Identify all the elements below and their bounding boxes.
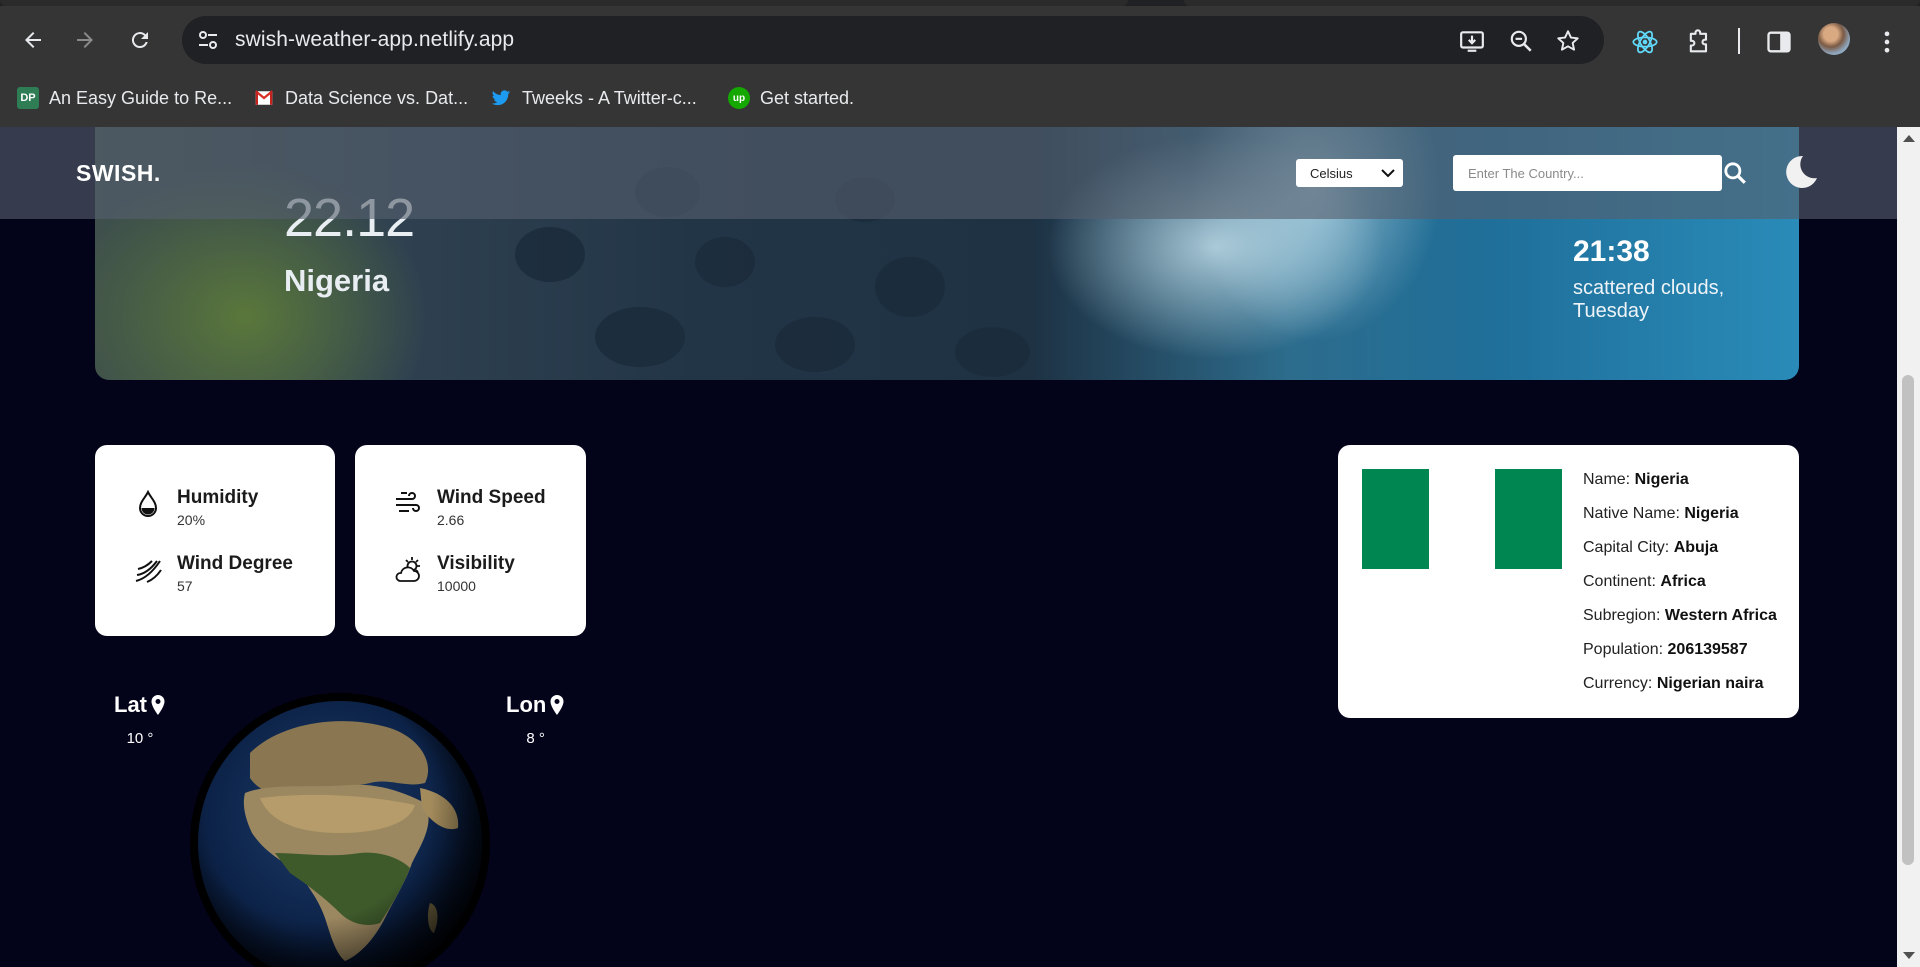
wind-speed-label: Wind Speed [437,487,546,508]
partly-cloudy-icon [395,557,420,582]
bookmark-label: Data Science vs. Dat... [285,87,469,108]
country-details: Name: Nigeria Native Name: Nigeria Capit… [1583,470,1777,708]
page-viewport: 22.12 Nigeria 21:38 scattered clouds, Tu… [0,127,1897,967]
visibility-value: 10000 [437,578,476,594]
flag-stripe [1362,469,1429,569]
site-info-icon[interactable] [196,28,220,52]
bookmarks-bar: DP An Easy Guide to Re... Data Science v… [0,78,1920,118]
country-info-card: Name: Nigeria Native Name: Nigeria Capit… [1338,445,1799,718]
menu-icon[interactable] [1873,28,1901,56]
lon-value: 8 ° [526,730,545,747]
reload-button[interactable] [120,20,160,60]
reload-icon [131,32,148,49]
detail-name: Name: Nigeria [1583,471,1689,488]
dp-icon: DP [17,87,39,109]
tab-edge-left[interactable] [0,0,1128,6]
bookmark-item[interactable]: up Get started. [728,84,854,112]
detail-population: Population: 206139587 [1583,641,1748,658]
flag-stripe [1495,469,1563,569]
back-icon [25,32,41,48]
profile-avatar[interactable] [1818,23,1850,55]
zoom-icon[interactable] [1508,28,1534,54]
dark-mode-toggle-icon[interactable] [1779,152,1819,192]
detail-subregion: Subregion: Western Africa [1583,607,1777,624]
chevron-down-icon [1381,169,1395,178]
scrollbar-thumb[interactable] [1902,375,1914,865]
page-scrollbar[interactable] [1897,127,1920,967]
side-panel-icon[interactable] [1765,28,1793,56]
visibility-stat: Visibility 10000 [393,553,515,594]
bookmark-label: Get started. [760,87,855,108]
search-icon[interactable] [1722,160,1748,186]
wind-degree-label: Wind Degree [177,553,293,574]
stats-card-humidity-degree: Humidity 20% Wind Degree 57 [95,445,335,636]
detail-continent: Continent: Africa [1583,573,1706,590]
wind-gust-icon [135,560,162,583]
longitude-block: Lon 8 ° [506,692,565,747]
detail-currency: Currency: Nigerian naira [1583,675,1764,692]
country-name: Nigeria [284,263,390,298]
browser-chrome: swish-weather-app.netlify.app DP An Easy… [0,0,1920,127]
app-header: SWISH. Celsius [0,127,1897,219]
bookmark-item[interactable]: Tweeks - A Twitter-c... [490,84,697,112]
lat-value: 10 ° [126,730,154,747]
lat-label: Lat [114,692,147,717]
humidity-value: 20% [177,512,206,528]
humidity-stat: Humidity 20% [133,487,258,528]
extensions-icon[interactable] [1685,28,1713,56]
gmail-icon [253,87,275,109]
twitter-icon [490,87,512,109]
flag-stripe [1428,469,1496,569]
scroll-up-arrow-icon[interactable] [1903,135,1915,142]
url-text[interactable]: swish-weather-app.netlify.app [235,28,514,52]
install-app-icon[interactable] [1459,28,1485,54]
stats-card-speed-visibility: Wind Speed 2.66 Visibility 10000 [355,445,586,636]
weather-description: scattered clouds, Tuesday [1573,277,1725,322]
latitude-block: Lat 10 ° [114,692,166,747]
tab-strip [0,0,1920,6]
lon-label: Lon [506,692,547,717]
address-bar[interactable]: swish-weather-app.netlify.app [182,16,1604,64]
wind-speed-stat: Wind Speed 2.66 [393,487,546,528]
bookmark-label: Tweeks - A Twitter-c... [522,87,697,108]
brand-logo[interactable]: SWISH. [76,160,161,187]
forward-button[interactable] [65,20,105,60]
detail-native-name: Native Name: Nigeria [1583,505,1739,522]
earth-globe-graphic [198,701,482,967]
location-pin-icon [151,695,165,715]
unit-select[interactable]: Celsius [1296,159,1403,187]
country-flag [1362,469,1563,569]
local-time: 21:38 [1573,235,1650,268]
star-icon[interactable] [1555,28,1581,54]
scroll-down-arrow-icon[interactable] [1903,952,1915,959]
country-search-input[interactable] [1453,155,1722,191]
unit-selected-value: Celsius [1310,165,1353,181]
water-drop-icon [138,489,158,517]
wind-speed-value: 2.66 [437,512,465,528]
toolbar-separator [1738,28,1740,54]
wind-degree-value: 57 [177,578,193,594]
humidity-label: Humidity [177,487,259,508]
location-pin-icon [550,695,564,715]
back-button[interactable] [13,20,53,60]
wind-degree-stat: Wind Degree 57 [133,553,293,594]
react-devtools-icon[interactable] [1631,28,1659,56]
tab-edge-right[interactable] [1184,0,1920,6]
forward-icon [77,32,93,48]
globe-image [190,693,490,967]
upwork-icon: up [728,87,750,109]
bookmark-item[interactable]: Data Science vs. Dat... [253,84,468,112]
bookmark-label: An Easy Guide to Re... [49,87,233,108]
browser-toolbar: swish-weather-app.netlify.app [0,10,1920,70]
wind-icon [396,492,420,512]
visibility-label: Visibility [437,553,515,574]
detail-capital: Capital City: Abuja [1583,539,1719,556]
bookmark-item[interactable]: DP An Easy Guide to Re... [17,84,232,112]
